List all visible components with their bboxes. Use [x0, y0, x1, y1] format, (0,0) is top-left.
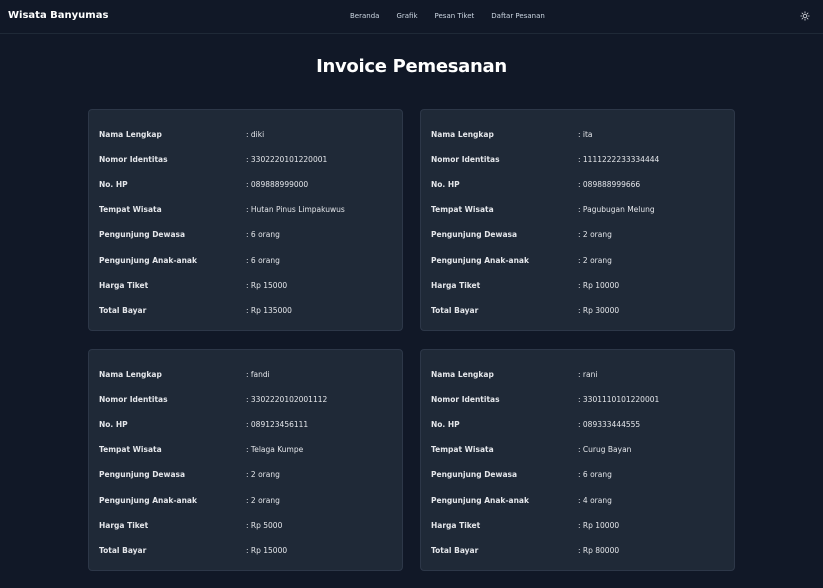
phone-value: : 089333444555	[578, 420, 641, 429]
theme-toggle-button[interactable]	[798, 9, 812, 23]
adults-label: Pengunjung Dewasa	[99, 230, 186, 239]
ticket-price-label: Harga Tiket	[431, 521, 481, 530]
name-label: Nama Lengkap	[99, 130, 162, 139]
phone-label: No. HP	[431, 420, 460, 429]
children-value: : 4 orang	[578, 496, 612, 505]
adults-label: Pengunjung Dewasa	[431, 470, 518, 479]
id-number-label: Nomor Identitas	[431, 395, 500, 404]
phone-value: : 089888999000	[246, 180, 309, 189]
destination-label: Tempat Wisata	[431, 205, 494, 214]
id-number-value: : 3302220102001112	[246, 395, 328, 404]
ticket-price-label: Harga Tiket	[99, 281, 149, 290]
name-value: : fandi	[246, 370, 270, 379]
destination-value: : Telaga Kumpe	[246, 445, 304, 454]
nav-link-daftar-pesanan[interactable]: Daftar Pesanan	[491, 12, 545, 20]
ticket-price-value: : Rp 10000	[578, 281, 620, 290]
ticket-price-label: Harga Tiket	[99, 521, 149, 530]
adults-value: : 6 orang	[246, 230, 280, 239]
adults-label: Pengunjung Dewasa	[431, 230, 518, 239]
nav-links: Beranda Grafik Pesan Tiket Daftar Pesana…	[350, 12, 562, 20]
total-label: Total Bayar	[431, 306, 479, 315]
phone-value: : 089123456111	[246, 420, 309, 429]
invoice-card: Nama Lengkap : fandi Nomor Identitas : 330…	[88, 349, 403, 571]
total-label: Total Bayar	[99, 546, 147, 555]
nav-link-beranda[interactable]: Beranda	[350, 12, 379, 20]
total-value: : Rp 15000	[246, 546, 288, 555]
name-value: : rani	[578, 370, 598, 379]
id-number-label: Nomor Identitas	[431, 155, 500, 164]
invoice-card: Nama Lengkap : diki Nomor Identitas : 3302…	[88, 109, 403, 331]
children-label: Pengunjung Anak-anak	[99, 496, 197, 505]
nav-link-grafik[interactable]: Grafik	[396, 12, 417, 20]
id-number-label: Nomor Identitas	[99, 155, 168, 164]
destination-label: Tempat Wisata	[431, 445, 494, 454]
name-value: : ita	[578, 130, 593, 139]
destination-value: : Pagubugan Melung	[578, 205, 655, 214]
ticket-price-value: : Rp 15000	[246, 281, 288, 290]
adults-value: : 2 orang	[246, 470, 280, 479]
ticket-price-label: Harga Tiket	[431, 281, 481, 290]
adults-label: Pengunjung Dewasa	[99, 470, 186, 479]
total-value: : Rp 80000	[578, 546, 620, 555]
destination-label: Tempat Wisata	[99, 445, 162, 454]
children-label: Pengunjung Anak-anak	[431, 256, 529, 265]
total-label: Total Bayar	[431, 546, 479, 555]
adults-value: : 6 orang	[578, 470, 612, 479]
children-value: : 2 orang	[246, 496, 280, 505]
sun-icon	[800, 11, 810, 21]
name-label: Nama Lengkap	[99, 370, 162, 379]
name-value: : diki	[246, 130, 265, 139]
total-label: Total Bayar	[99, 306, 147, 315]
children-label: Pengunjung Anak-anak	[431, 496, 529, 505]
id-number-label: Nomor Identitas	[99, 395, 168, 404]
destination-value: : Curug Bayan	[578, 445, 632, 454]
id-number-value: : 3302220101220001	[246, 155, 328, 164]
children-value: : 6 orang	[246, 256, 280, 265]
adults-value: : 2 orang	[578, 230, 612, 239]
children-value: : 2 orang	[578, 256, 612, 265]
phone-label: No. HP	[431, 180, 460, 189]
name-label: Nama Lengkap	[431, 370, 494, 379]
destination-value: : Hutan Pinus Limpakuwus	[246, 205, 345, 214]
id-number-value: : 3301110101220001	[578, 395, 660, 404]
nav-link-pesan-tiket[interactable]: Pesan Tiket	[435, 12, 475, 20]
total-value: : Rp 30000	[578, 306, 620, 315]
destination-label: Tempat Wisata	[99, 205, 162, 214]
id-number-value: : 1111222233334444	[578, 155, 660, 164]
phone-value: : 089888999666	[578, 180, 641, 189]
name-label: Nama Lengkap	[431, 130, 494, 139]
ticket-price-value: : Rp 5000	[246, 521, 283, 530]
navbar: Wisata Banyumas Beranda Grafik Pesan Tik…	[0, 0, 823, 34]
phone-label: No. HP	[99, 420, 128, 429]
ticket-price-value: : Rp 10000	[578, 521, 620, 530]
children-label: Pengunjung Anak-anak	[99, 256, 197, 265]
invoice-card: Nama Lengkap : rani Nomor Identitas : 3301…	[420, 349, 735, 571]
phone-label: No. HP	[99, 180, 128, 189]
brand-logo-text[interactable]: Wisata Banyumas	[8, 10, 108, 21]
page-title: Invoice Pemesanan	[316, 56, 507, 77]
total-value: : Rp 135000	[246, 306, 292, 315]
invoice-card: Nama Lengkap : ita Nomor Identitas : 11112…	[420, 109, 735, 331]
